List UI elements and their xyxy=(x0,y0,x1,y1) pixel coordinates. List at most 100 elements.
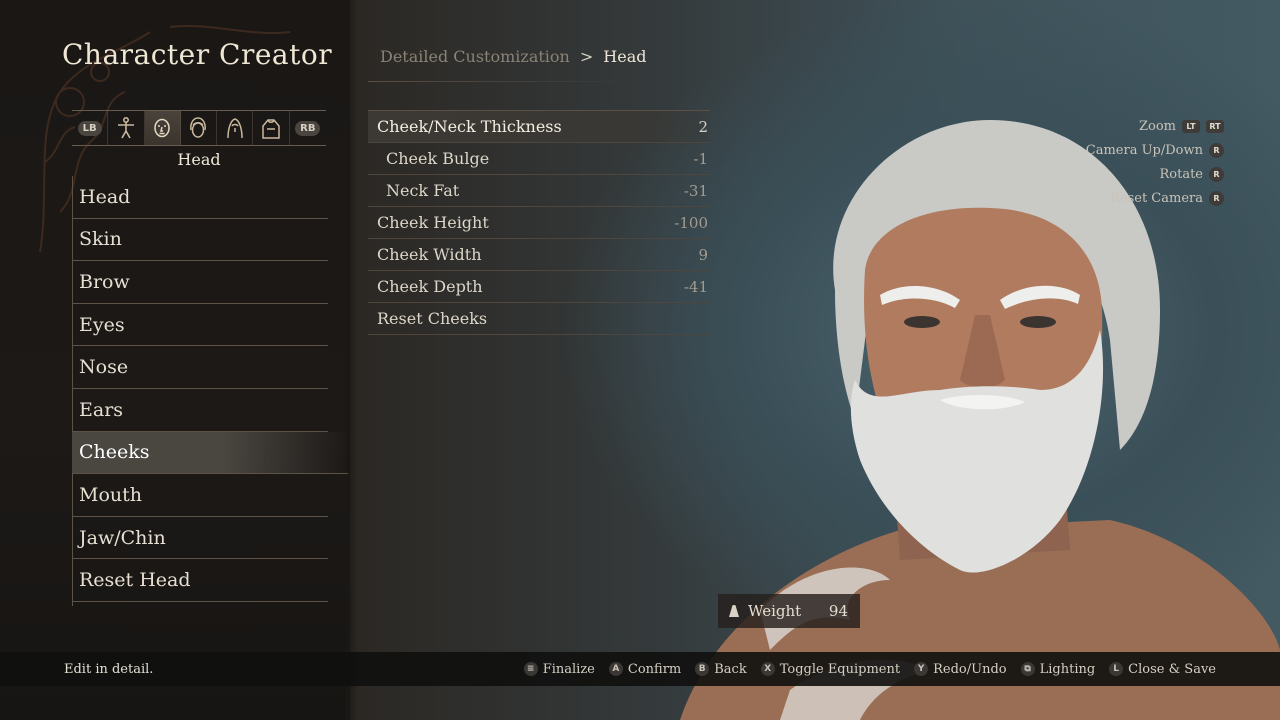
body-icon xyxy=(117,116,134,139)
menu-item-mouth[interactable]: Mouth xyxy=(72,474,328,517)
a-button-icon: A xyxy=(608,662,623,676)
hair-icon xyxy=(190,117,207,138)
menu-item-jaw-chin[interactable]: Jaw/Chin xyxy=(72,517,328,560)
action-label: Back xyxy=(714,661,747,677)
tab-makeup[interactable] xyxy=(217,111,254,145)
param-value: -100 xyxy=(674,213,708,232)
param-cheek-height[interactable]: Cheek Height -100 xyxy=(368,207,710,239)
clothing-icon xyxy=(262,119,280,139)
param-neck-fat[interactable]: Neck Fat -31 xyxy=(368,175,710,207)
action-label: Lighting xyxy=(1039,661,1096,677)
menu-item-eyes[interactable]: Eyes xyxy=(72,304,328,347)
weight-icon xyxy=(729,605,739,617)
param-value: 2 xyxy=(698,117,708,136)
y-button-icon: Y xyxy=(914,662,929,676)
param-label: Cheek Bulge xyxy=(386,149,490,168)
param-label: Cheek Width xyxy=(377,245,482,264)
back-action[interactable]: B Back xyxy=(695,661,747,677)
param-label: Cheek/Neck Thickness xyxy=(377,117,562,136)
menu-item-cheeks[interactable]: Cheeks xyxy=(72,431,348,475)
rb-button-icon: RB xyxy=(295,120,321,136)
tab-hair[interactable] xyxy=(181,111,218,145)
cheek-parameter-list: Cheek/Neck Thickness 2 Cheek Bulge -1 Ne… xyxy=(368,111,710,335)
breadcrumb-separator: > xyxy=(579,47,594,66)
camera-controls: Zoom LT RT Camera Up/Down R Rotate R Res… xyxy=(1086,114,1224,210)
head-menu: Head Skin Brow Eyes Nose Ears Cheeks Mou… xyxy=(72,176,348,602)
toggle-equipment-action[interactable]: X Toggle Equipment xyxy=(760,661,901,677)
breadcrumb-divider xyxy=(368,81,648,82)
confirm-action[interactable]: A Confirm xyxy=(608,661,682,677)
param-value: -1 xyxy=(693,149,708,168)
tab-clothing[interactable] xyxy=(253,111,290,145)
param-value: -31 xyxy=(683,181,708,200)
close-save-action[interactable]: L Close & Save xyxy=(1109,662,1216,677)
menu-item-label: Skin xyxy=(79,228,122,251)
menu-item-label: Mouth xyxy=(79,483,143,506)
param-cheek-depth[interactable]: Cheek Depth -41 xyxy=(368,271,710,303)
camera-zoom: Zoom LT RT xyxy=(1086,114,1224,138)
lighting-action[interactable]: ⧉ Lighting xyxy=(1020,661,1096,677)
reset-cheeks-button[interactable]: Reset Cheeks xyxy=(368,303,710,335)
param-label: Cheek Height xyxy=(377,213,489,232)
footer-bar: Edit in detail. ≡ Finalize A Confirm B B… xyxy=(0,652,1280,686)
tab-head[interactable] xyxy=(144,111,181,145)
menu-item-nose[interactable]: Nose xyxy=(72,346,328,389)
menu-item-label: Jaw/Chin xyxy=(79,526,166,549)
menu-item-skin[interactable]: Skin xyxy=(72,219,328,262)
camera-updown-label: Camera Up/Down xyxy=(1085,142,1203,158)
camera-rotate-label: Rotate xyxy=(1159,166,1203,182)
tab-next-button[interactable]: RB xyxy=(290,111,326,145)
left-stick-icon: L xyxy=(1109,662,1124,676)
camera-rotate: Rotate R xyxy=(1086,162,1224,186)
right-stick-icon: R xyxy=(1209,166,1224,182)
x-button-icon: X xyxy=(760,662,775,676)
face-icon xyxy=(154,118,170,138)
menu-item-label: Ears xyxy=(79,398,124,421)
param-cheek-width[interactable]: Cheek Width 9 xyxy=(368,239,710,271)
right-stick-icon: R xyxy=(1209,142,1224,158)
menu-item-label: Reset Head xyxy=(79,569,191,592)
finalize-action[interactable]: ≡ Finalize xyxy=(523,662,595,677)
menu-item-ears[interactable]: Ears xyxy=(72,389,328,432)
weight-value: 94 xyxy=(828,602,848,620)
page-title: Character Creator xyxy=(62,38,333,71)
action-label: Close & Save xyxy=(1128,661,1216,677)
redo-undo-action[interactable]: Y Redo/Undo xyxy=(914,662,1007,677)
b-button-icon: B xyxy=(695,662,710,676)
weight-label: Weight xyxy=(748,602,802,620)
param-cheek-bulge[interactable]: Cheek Bulge -1 xyxy=(368,143,710,175)
category-tab-bar: LB RB xyxy=(72,110,326,146)
view-button-icon: ⧉ xyxy=(1020,662,1035,676)
rt-button-icon: RT xyxy=(1206,119,1224,133)
menu-button-icon: ≡ xyxy=(523,662,538,676)
action-label: Confirm xyxy=(627,661,682,677)
menu-item-label: Head xyxy=(79,185,131,208)
tab-body[interactable] xyxy=(108,111,145,145)
menu-item-label: Eyes xyxy=(79,313,125,336)
menu-item-head[interactable]: Head xyxy=(72,176,328,219)
menu-item-brow[interactable]: Brow xyxy=(72,261,328,304)
camera-reset-label: Reset Camera xyxy=(1110,190,1203,206)
param-value: -41 xyxy=(683,277,708,296)
tab-prev-button[interactable]: LB xyxy=(72,111,109,145)
param-cheek-neck-thickness[interactable]: Cheek/Neck Thickness 2 xyxy=(368,111,710,143)
lt-button-icon: LT xyxy=(1182,119,1200,133)
camera-zoom-label: Zoom xyxy=(1138,118,1176,134)
category-label: Head xyxy=(177,150,221,169)
button-prompts: ≡ Finalize A Confirm B Back X Toggle Equ… xyxy=(523,661,1216,677)
camera-up-down: Camera Up/Down R xyxy=(1086,138,1224,162)
param-label: Reset Cheeks xyxy=(377,309,488,328)
menu-item-label: Nose xyxy=(79,356,129,379)
action-label: Toggle Equipment xyxy=(779,661,901,677)
menu-item-reset-head[interactable]: Reset Head xyxy=(72,559,328,602)
param-label: Neck Fat xyxy=(386,181,460,200)
param-value: 9 xyxy=(698,245,708,264)
makeup-icon xyxy=(227,118,243,139)
menu-item-label: Cheeks xyxy=(79,441,150,464)
action-label: Redo/Undo xyxy=(933,661,1007,677)
breadcrumb-parent[interactable]: Detailed Customization xyxy=(380,47,570,66)
lb-button-icon: LB xyxy=(77,120,102,136)
menu-item-label: Brow xyxy=(79,270,130,293)
breadcrumb-current: Head xyxy=(603,47,647,66)
breadcrumb: Detailed Customization > Head xyxy=(380,47,646,66)
